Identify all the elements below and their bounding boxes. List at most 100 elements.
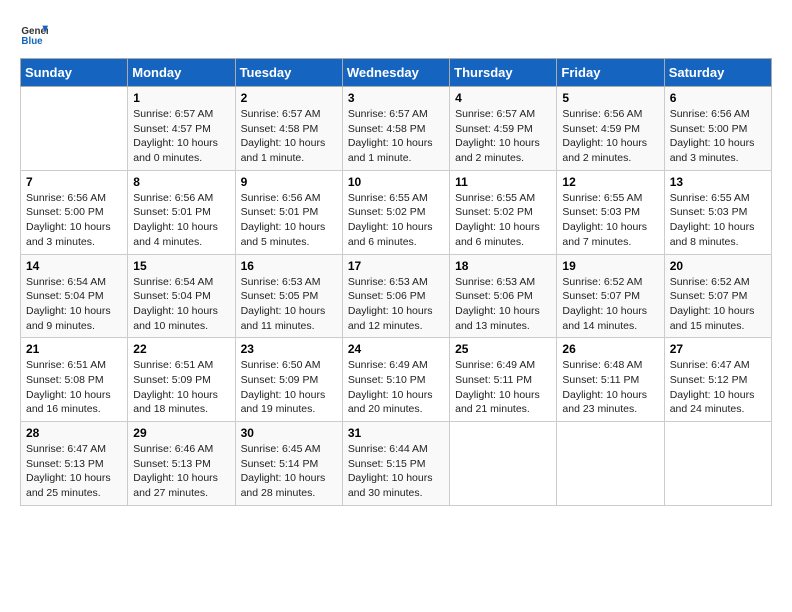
calendar-cell: 19 Sunrise: 6:52 AM Sunset: 5:07 PM Dayli…	[557, 254, 664, 338]
day-info: Sunrise: 6:50 AM Sunset: 5:09 PM Dayligh…	[241, 358, 337, 417]
day-number: 10	[348, 175, 444, 189]
day-number: 19	[562, 259, 658, 273]
calendar-cell: 15 Sunrise: 6:54 AM Sunset: 5:04 PM Dayli…	[128, 254, 235, 338]
day-info: Sunrise: 6:47 AM Sunset: 5:12 PM Dayligh…	[670, 358, 766, 417]
day-info: Sunrise: 6:51 AM Sunset: 5:09 PM Dayligh…	[133, 358, 229, 417]
calendar-cell: 14Sunrise: 6:54 AM Sunset: 5:04 PM Dayli…	[21, 254, 128, 338]
day-info: Sunrise: 6:56 AM Sunset: 4:59 PM Dayligh…	[562, 107, 658, 166]
day-number: 14	[26, 259, 122, 273]
calendar-cell: 7 Sunrise: 6:56 AM Sunset: 5:00 PM Daylig…	[21, 170, 128, 254]
day-number: 26	[562, 342, 658, 356]
day-info: Sunrise: 6:52 AM Sunset: 5:07 PM Dayligh…	[670, 275, 766, 334]
logo: General Blue	[20, 20, 48, 48]
calendar-cell	[557, 422, 664, 506]
calendar-cell: 4 Sunrise: 6:57 AM Sunset: 4:59 PM Daylig…	[450, 87, 557, 171]
calendar-cell: 23 Sunrise: 6:50 AM Sunset: 5:09 PM Dayli…	[235, 338, 342, 422]
day-info: Sunrise: 6:57 AM Sunset: 4:57 PM Dayligh…	[133, 107, 229, 166]
calendar-cell: 28 Sunrise: 6:47 AM Sunset: 5:13 PM Dayli…	[21, 422, 128, 506]
day-number: 3	[348, 91, 444, 105]
day-number: 15	[133, 259, 229, 273]
header-monday: Monday	[128, 59, 235, 87]
calendar-cell: 18 Sunrise: 6:53 AM Sunset: 5:06 PM Dayli…	[450, 254, 557, 338]
day-info: Sunrise: 6:57 AM Sunset: 4:58 PM Dayligh…	[348, 107, 444, 166]
week-row-4: 21Sunrise: 6:51 AM Sunset: 5:08 PM Dayli…	[21, 338, 772, 422]
week-row-2: 7 Sunrise: 6:56 AM Sunset: 5:00 PM Daylig…	[21, 170, 772, 254]
day-info: Sunrise: 6:49 AM Sunset: 5:10 PM Dayligh…	[348, 358, 444, 417]
calendar-cell: 31 Sunrise: 6:44 AM Sunset: 5:15 PM Dayli…	[342, 422, 449, 506]
day-info: Sunrise: 6:48 AM Sunset: 5:11 PM Dayligh…	[562, 358, 658, 417]
day-number: 5	[562, 91, 658, 105]
day-info: Sunrise: 6:55 AM Sunset: 5:03 PM Dayligh…	[562, 191, 658, 250]
day-info: Sunrise: 6:55 AM Sunset: 5:02 PM Dayligh…	[455, 191, 551, 250]
day-info: Sunrise: 6:47 AM Sunset: 5:13 PM Dayligh…	[26, 442, 122, 501]
day-info: Sunrise: 6:45 AM Sunset: 5:14 PM Dayligh…	[241, 442, 337, 501]
day-number: 1	[133, 91, 229, 105]
day-number: 2	[241, 91, 337, 105]
day-info: Sunrise: 6:56 AM Sunset: 5:00 PM Dayligh…	[26, 191, 122, 250]
header-sunday: Sunday	[21, 59, 128, 87]
day-number: 9	[241, 175, 337, 189]
calendar-cell: 9 Sunrise: 6:56 AM Sunset: 5:01 PM Daylig…	[235, 170, 342, 254]
day-number: 27	[670, 342, 766, 356]
week-row-3: 14 Sunrise: 6:54 AM Sunset: 5:04 PM Dayli…	[21, 254, 772, 338]
header-tuesday: Tuesday	[235, 59, 342, 87]
day-number: 29	[133, 426, 229, 440]
week-row-1: 1 Sunrise: 6:57 AM Sunset: 4:57 PM Daylig…	[21, 87, 772, 171]
week-row-5: 28 Sunrise: 6:47 AM Sunset: 5:13 PM Dayli…	[21, 422, 772, 506]
calendar-cell: 2 Sunrise: 6:57 AM Sunset: 4:58 PM Daylig…	[235, 87, 342, 171]
day-number: 28	[26, 426, 122, 440]
calendar-cell: 5 Sunrise: 6:56 AM Sunset: 4:59 PM Daylig…	[557, 87, 664, 171]
day-number: 13	[670, 175, 766, 189]
header-saturday: Saturday	[664, 59, 771, 87]
day-number: 8	[133, 175, 229, 189]
day-number: 23	[241, 342, 337, 356]
day-number: 30	[241, 426, 337, 440]
day-info: Sunrise: 6:56 AM Sunset: 5:01 PM Dayligh…	[133, 191, 229, 250]
calendar-cell: 13Sunrise: 6:55 AM Sunset: 5:03 PM Dayli…	[664, 170, 771, 254]
day-info: Sunrise: 6:57 AM Sunset: 4:59 PM Dayligh…	[455, 107, 551, 166]
day-info: Sunrise: 6:57 AM Sunset: 4:58 PM Dayligh…	[241, 107, 337, 166]
calendar-cell: 12 Sunrise: 6:55 AM Sunset: 5:03 PM Dayli…	[557, 170, 664, 254]
day-number: 12	[562, 175, 658, 189]
day-info: Sunrise: 6:52 AM Sunset: 5:07 PM Dayligh…	[562, 275, 658, 334]
day-number: 31	[348, 426, 444, 440]
header-thursday: Thursday	[450, 59, 557, 87]
day-info: Sunrise: 6:56 AM Sunset: 5:01 PM Dayligh…	[241, 191, 337, 250]
calendar-cell: 6Sunrise: 6:56 AM Sunset: 5:00 PM Daylig…	[664, 87, 771, 171]
day-number: 4	[455, 91, 551, 105]
day-info: Sunrise: 6:53 AM Sunset: 5:06 PM Dayligh…	[348, 275, 444, 334]
day-number: 7	[26, 175, 122, 189]
calendar-cell: 27 Sunrise: 6:47 AM Sunset: 5:12 PM Dayli…	[664, 338, 771, 422]
day-number: 18	[455, 259, 551, 273]
logo-icon: General Blue	[20, 20, 48, 48]
day-info: Sunrise: 6:44 AM Sunset: 5:15 PM Dayligh…	[348, 442, 444, 501]
day-info: Sunrise: 6:53 AM Sunset: 5:06 PM Dayligh…	[455, 275, 551, 334]
calendar-cell	[21, 87, 128, 171]
calendar-cell: 26 Sunrise: 6:48 AM Sunset: 5:11 PM Dayli…	[557, 338, 664, 422]
day-number: 6	[670, 91, 766, 105]
calendar-cell	[664, 422, 771, 506]
day-number: 25	[455, 342, 551, 356]
day-info: Sunrise: 6:55 AM Sunset: 5:02 PM Dayligh…	[348, 191, 444, 250]
calendar-cell: 24Sunrise: 6:49 AM Sunset: 5:10 PM Dayli…	[342, 338, 449, 422]
calendar-cell: 11Sunrise: 6:55 AM Sunset: 5:02 PM Dayli…	[450, 170, 557, 254]
day-info: Sunrise: 6:54 AM Sunset: 5:04 PM Dayligh…	[133, 275, 229, 334]
calendar-cell: 1 Sunrise: 6:57 AM Sunset: 4:57 PM Daylig…	[128, 87, 235, 171]
calendar-cell: 29Sunrise: 6:46 AM Sunset: 5:13 PM Dayli…	[128, 422, 235, 506]
day-info: Sunrise: 6:53 AM Sunset: 5:05 PM Dayligh…	[241, 275, 337, 334]
day-number: 20	[670, 259, 766, 273]
day-number: 17	[348, 259, 444, 273]
calendar-cell	[450, 422, 557, 506]
calendar-cell: 10 Sunrise: 6:55 AM Sunset: 5:02 PM Dayli…	[342, 170, 449, 254]
calendar-cell: 30 Sunrise: 6:45 AM Sunset: 5:14 PM Dayli…	[235, 422, 342, 506]
day-number: 16	[241, 259, 337, 273]
header-friday: Friday	[557, 59, 664, 87]
calendar-cell: 17 Sunrise: 6:53 AM Sunset: 5:06 PM Dayli…	[342, 254, 449, 338]
calendar-cell: 8 Sunrise: 6:56 AM Sunset: 5:01 PM Daylig…	[128, 170, 235, 254]
calendar-cell: 3 Sunrise: 6:57 AM Sunset: 4:58 PM Daylig…	[342, 87, 449, 171]
day-info: Sunrise: 6:49 AM Sunset: 5:11 PM Dayligh…	[455, 358, 551, 417]
calendar-cell: 16 Sunrise: 6:53 AM Sunset: 5:05 PM Dayli…	[235, 254, 342, 338]
day-number: 22	[133, 342, 229, 356]
calendar-cell: 22 Sunrise: 6:51 AM Sunset: 5:09 PM Dayli…	[128, 338, 235, 422]
calendar-table: SundayMondayTuesdayWednesdayThursdayFrid…	[20, 58, 772, 506]
